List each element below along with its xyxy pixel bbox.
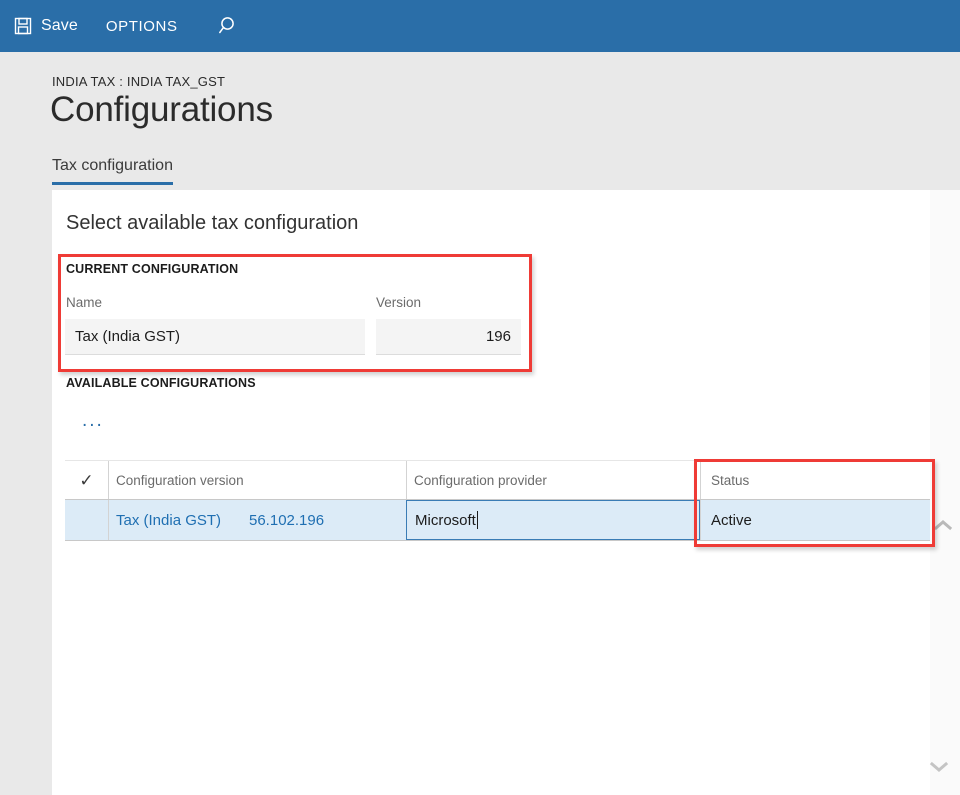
grid-header-select-column[interactable]: ✓ — [65, 461, 108, 499]
row-select-cell[interactable] — [65, 500, 108, 540]
version-field-label: Version — [376, 295, 422, 310]
tab-strip: Tax configuration — [52, 157, 173, 185]
save-button[interactable]: Save — [0, 0, 92, 52]
search-icon — [218, 15, 240, 37]
scroll-up-button[interactable] — [928, 512, 958, 538]
search-button[interactable] — [204, 0, 254, 52]
breadcrumb: INDIA TAX : INDIA TAX_GST — [52, 74, 226, 89]
page-title: Configurations — [50, 90, 273, 129]
text-caret — [476, 511, 478, 529]
left-gutter — [0, 190, 52, 795]
available-configurations-group-label: AVAILABLE CONFIGURATIONS — [66, 376, 256, 390]
overflow-menu-label: ... — [82, 410, 104, 431]
configuration-version-name[interactable]: Tax (India GST) — [116, 512, 249, 529]
row-configuration-provider-cell[interactable]: Microsoft — [406, 500, 700, 540]
options-menu-button[interactable]: OPTIONS — [92, 0, 192, 52]
table-row[interactable]: Tax (India GST) 56.102.196 Microsoft Act… — [65, 500, 947, 541]
scroll-down-button[interactable] — [924, 753, 954, 779]
row-configuration-version-cell[interactable]: Tax (India GST) 56.102.196 — [108, 500, 406, 540]
status-badge: Active — [711, 511, 752, 529]
configuration-provider-value: Microsoft — [415, 511, 476, 529]
name-field-label: Name — [66, 295, 103, 310]
section-title: Select available tax configuration — [66, 212, 359, 234]
overflow-menu-button[interactable]: ... — [82, 411, 110, 432]
grid-header-configuration-version[interactable]: Configuration version — [108, 461, 406, 499]
grid-header-configuration-version-label: Configuration version — [116, 472, 244, 488]
current-configuration-group-label: CURRENT CONFIGURATION — [66, 262, 239, 276]
chevron-up-icon — [934, 519, 952, 531]
top-command-bar: Save OPTIONS — [0, 0, 960, 52]
chevron-down-icon — [929, 760, 949, 773]
content-panel: Select available tax configuration CURRE… — [52, 190, 960, 795]
configurations-grid: ✓ Configuration version Configuration pr… — [65, 460, 947, 541]
version-input[interactable] — [376, 319, 521, 355]
tab-tax-configuration[interactable]: Tax configuration — [52, 157, 173, 185]
page-header-band: INDIA TAX : INDIA TAX_GST Configurations… — [0, 52, 960, 190]
vertical-scrollbar-track[interactable] — [930, 190, 960, 795]
name-input[interactable] — [65, 319, 365, 355]
grid-header-row: ✓ Configuration version Configuration pr… — [65, 460, 947, 500]
save-floppy-icon — [14, 17, 32, 35]
checkmark-icon: ✓ — [79, 470, 94, 490]
options-menu-label: OPTIONS — [105, 17, 178, 35]
grid-header-status[interactable]: Status — [700, 461, 935, 499]
grid-header-status-label: Status — [711, 472, 750, 488]
row-status-cell[interactable]: Active — [700, 500, 935, 540]
save-button-label: Save — [41, 17, 78, 34]
grid-header-configuration-provider-label: Configuration provider — [414, 472, 547, 488]
grid-header-configuration-provider[interactable]: Configuration provider — [406, 461, 700, 499]
tab-tax-configuration-label: Tax configuration — [52, 157, 173, 174]
configuration-version-number[interactable]: 56.102.196 — [249, 512, 324, 529]
